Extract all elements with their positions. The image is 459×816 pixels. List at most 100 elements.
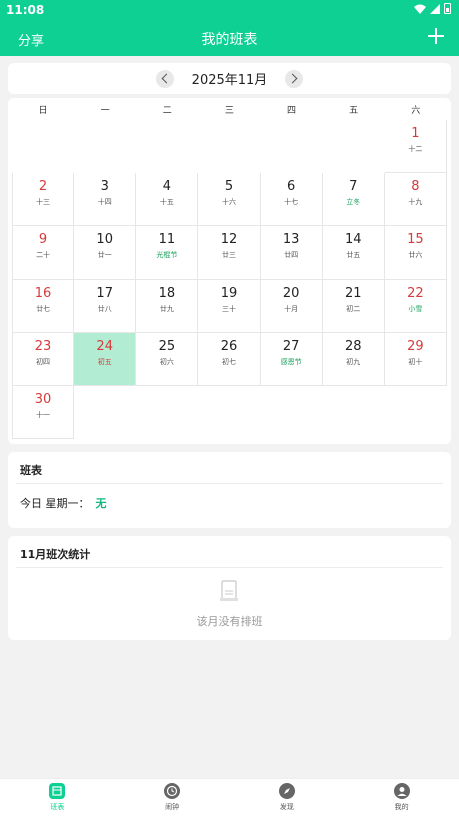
calendar-day-cell[interactable]: 16 廿七 [12,279,75,333]
nav-label: 发现 [279,803,294,811]
day-number: 7 [349,179,358,195]
month-selector: 2025年11月 [8,63,451,94]
calendar-day-cell[interactable]: 11 光棍节 [136,226,199,280]
today-label: 今日 星期一： [20,497,90,510]
lunar-date: 十二 [408,145,423,153]
calendar-day-cell[interactable]: 14 廿五 [322,226,385,280]
calendar-day-cell[interactable]: 13 廿四 [260,226,323,280]
lunar-date: 初四 [36,357,51,366]
day-number: 12 [220,232,238,248]
calendar-day-cell[interactable]: 20 十月 [260,279,323,333]
calendar: 日 一 二 三 四 五 六 1 十二 2 十三 3 十四 4 十五 5 十六 6 十七 7 立冬 8 十九 9 二… [8,98,451,444]
calendar-day-cell[interactable]: 15 廿六 [384,226,447,280]
schedule-card: 班表 今日 星期一： 无 [8,452,451,528]
calendar-day-cell[interactable]: 1 十二 [384,120,447,174]
calendar-day-cell[interactable]: 10 廿一 [74,226,137,280]
calendar-day-cell[interactable]: 6 十七 [260,173,323,227]
calendar-day-cell[interactable]: 27 感恩节 [260,332,323,386]
monthly-stats-card: 11月班次统计 该月没有排班 [8,536,451,640]
nav-item-schedule[interactable]: 班表 [0,779,115,816]
wifi-icon [414,4,426,14]
calendar-day-cell[interactable]: 8 十九 [384,173,447,227]
day-number: 5 [224,179,234,195]
calendar-day-cell[interactable]: 25 初六 [136,332,199,386]
next-month-button[interactable] [285,69,304,88]
lunar-date: 十九 [408,198,423,207]
calendar-day-cell[interactable]: 12 廿三 [198,226,261,280]
calendar-day-cell[interactable]: 7 立冬 [322,173,385,227]
weekday-label: 四 [287,106,297,116]
calendar-day-cell[interactable]: 21 初二 [322,279,385,333]
empty-state-text: 该月没有排班 [196,615,263,628]
day-number: 11 [158,232,176,248]
calendar-day-cell[interactable]: 3 十四 [74,173,137,227]
battery-icon [444,3,451,14]
day-number: 22 [407,285,424,301]
nav-label: 我的 [394,803,409,811]
weekday-label: 五 [349,106,359,116]
weekday-header: 日 一 二 三 四 五 六 [12,102,447,120]
day-number: 3 [100,179,109,195]
compass-icon [278,783,295,799]
day-number: 24 [96,338,113,354]
lunar-date: 廿六 [408,251,423,260]
calendar-day-cell[interactable]: 17 廿八 [74,279,137,333]
calendar-day-cell[interactable]: 30 十一 [12,386,75,440]
calendar-day-cell[interactable]: 18 廿九 [136,279,199,333]
stats-title: 11月班次统计 [20,548,91,561]
day-number: 30 [34,392,52,407]
lunar-date: 初七 [221,357,236,366]
day-number: 19 [220,285,238,301]
calendar-day-cell[interactable]: 23 初四 [12,332,75,386]
calendar-day-cell[interactable]: 22 小雪 [384,279,447,333]
lunar-date: 十一 [36,411,51,419]
nav-item-alarm[interactable]: 闹钟 [115,779,230,816]
lunar-date: 初二 [346,304,361,313]
calendar-day-cell[interactable]: 26 初七 [198,332,261,386]
lunar-date: 廿八 [97,304,112,313]
day-number: 2 [38,179,48,195]
lunar-date: 初九 [346,357,361,366]
calendar-day-cell[interactable]: 2 十三 [12,173,75,227]
festival-label: 小雪 [408,304,423,313]
lunar-date: 十五 [159,198,174,207]
lunar-date: 廿五 [346,251,361,260]
calendar-day-cell[interactable]: 19 三十 [198,279,261,333]
schedule-title: 班表 [20,464,42,477]
plus-icon[interactable] [427,27,445,45]
lunar-date: 初十 [408,357,423,366]
calendar-day-cell[interactable]: 9 二十 [12,226,75,280]
day-number: 26 [220,338,238,354]
lunar-date: 十月 [284,304,299,313]
lunar-date: 十三 [36,198,51,207]
profile-icon [393,783,410,799]
signal-icon [430,3,440,14]
day-number: 28 [344,338,362,354]
day-number: 13 [282,232,300,248]
lunar-date: 初五 [97,357,112,366]
status-bar: 11:08 [0,0,459,20]
nav-item-discover[interactable]: 发现 [230,779,345,816]
calendar-day-cell[interactable]: 5 十六 [198,173,261,227]
prev-month-button[interactable] [155,69,174,88]
alarm-icon [164,783,181,799]
day-number: 20 [282,285,300,301]
day-number: 25 [158,338,176,354]
calendar-day-cell[interactable]: 28 初九 [322,332,385,386]
lunar-date: 廿九 [159,304,174,313]
status-icons [414,3,451,14]
calendar-day-cell[interactable]: 29 初十 [384,332,447,386]
divider [16,567,443,568]
day-number: 29 [407,338,424,354]
today-schedule: 今日 星期一： 无 [20,495,107,511]
weekday-label: 日 [38,106,48,116]
lunar-date: 十四 [97,198,112,207]
lunar-date: 廿七 [36,304,51,313]
nav-item-profile[interactable]: 我的 [344,779,459,816]
weekday-label: 一 [100,106,110,116]
day-number: 17 [96,285,113,301]
calendar-day-cell[interactable]: 24 初五 [74,332,137,386]
weekday-label: 六 [411,106,421,116]
calendar-day-cell[interactable]: 4 十五 [136,173,199,227]
lunar-date: 初六 [159,357,174,366]
